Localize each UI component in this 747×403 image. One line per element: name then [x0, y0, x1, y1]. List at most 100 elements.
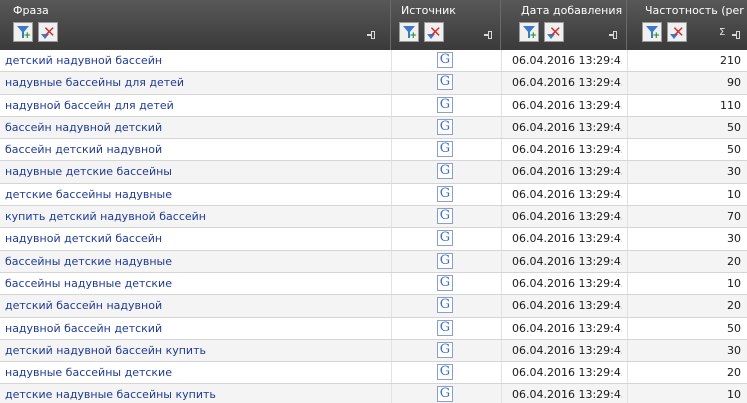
phrase-link[interactable]: бассейны надувные детские [5, 273, 390, 294]
table-row[interactable]: надувной детский бассейн G 06.04.2016 13:2… [0, 228, 747, 251]
column-divider [627, 295, 628, 317]
table-row[interactable]: надувные бассейны для детей G 06.04.2016 1… [0, 72, 747, 95]
google-icon: G [437, 341, 453, 358]
table-row[interactable]: купить детский надувной бассейн G 06.04.20… [0, 206, 747, 229]
date-clear-filter-button[interactable]: ✕ [544, 22, 564, 42]
google-icon: G [437, 364, 453, 381]
google-icon: G [437, 386, 453, 403]
pin-icon[interactable] [609, 30, 618, 40]
column-header-phrase[interactable]: Фраза + ✕ [0, 0, 391, 50]
table-row[interactable]: надувные бассейны детские G 06.04.2016 13:… [0, 362, 747, 385]
pin-icon[interactable] [367, 30, 376, 40]
table-row[interactable]: надувной бассейн для детей G 06.04.2016 13… [0, 94, 747, 117]
phrase-link[interactable]: детский бассейн надувной [5, 295, 390, 316]
column-divider [391, 72, 392, 94]
phrase-link[interactable]: надувные бассейны детские [5, 362, 390, 383]
column-divider [391, 94, 392, 116]
source-cell: G [437, 208, 453, 225]
column-divider [501, 339, 502, 362]
keyword-grid: Фраза + ✕ Источник + ✕ Дата добавления +… [0, 0, 747, 403]
phrase-link[interactable]: бассейн надувной детский [5, 117, 390, 138]
phrase-link[interactable]: надувной бассейн для детей [5, 95, 390, 116]
table-row[interactable]: бассейн надувной детский G 06.04.2016 13:2… [0, 116, 747, 140]
pin-icon[interactable] [484, 30, 493, 40]
column-divider [501, 72, 502, 94]
google-icon: G [437, 185, 453, 202]
column-divider [627, 384, 628, 403]
sigma-icon[interactable]: Σ [719, 27, 725, 38]
google-icon: G [437, 74, 453, 91]
date-cell: 06.04.2016 13:29:45 [512, 276, 622, 290]
phrase-link[interactable]: надувной детский бассейн [5, 228, 390, 249]
phrase-link[interactable]: надувные бассейны для детей [5, 72, 390, 93]
table-row[interactable]: детский бассейн надувной G 06.04.2016 13:2… [0, 295, 747, 318]
frequency-filter-button[interactable]: + [642, 22, 662, 42]
column-divider [391, 206, 392, 228]
phrase-link[interactable]: детский надувной бассейн [5, 50, 390, 71]
date-cell: 06.04.2016 13:29:45 [512, 143, 622, 157]
source-cell: G [437, 252, 453, 269]
table-row[interactable]: бассейн детский надувной G 06.04.2016 13:2… [0, 139, 747, 162]
source-clear-filter-button[interactable]: ✕ [424, 22, 444, 42]
column-header-frequency[interactable]: Частотность (per + ✕ Σ [627, 0, 747, 50]
column-divider [501, 94, 502, 116]
column-divider [627, 116, 628, 139]
phrase-link[interactable]: детские надувные бассейны купить [5, 384, 390, 403]
date-cell: 06.04.2016 13:29:45 [512, 366, 622, 380]
column-divider [501, 206, 502, 228]
phrase-link[interactable]: надувные детские бассейны [5, 161, 390, 182]
column-divider [391, 339, 392, 362]
source-cell: G [437, 141, 453, 158]
table-row[interactable]: бассейны детские надувные G 06.04.2016 13:… [0, 250, 747, 273]
date-cell: 06.04.2016 13:29:45 [512, 232, 622, 246]
source-cell: G [437, 274, 453, 291]
column-title-phrase: Фраза [13, 4, 49, 17]
column-divider [501, 272, 502, 295]
pin-icon[interactable] [732, 30, 741, 40]
phrase-link[interactable]: купить детский надувной бассейн [5, 206, 390, 227]
google-icon: G [437, 141, 453, 158]
phrase-clear-filter-button[interactable]: ✕ [38, 22, 58, 42]
frequency-cell: 50 [727, 321, 741, 335]
phrase-link[interactable]: детские бассейны надувные [5, 184, 390, 205]
phrase-filter-button[interactable]: + [13, 22, 33, 42]
column-divider [627, 228, 628, 250]
source-cell: G [437, 297, 453, 314]
column-divider [627, 72, 628, 94]
table-row[interactable]: надувной бассейн детский G 06.04.2016 13:2… [0, 317, 747, 340]
source-cell: G [437, 230, 453, 247]
column-divider [391, 228, 392, 250]
frequency-cell: 70 [727, 210, 741, 224]
phrase-link[interactable]: надувной бассейн детский [5, 318, 390, 339]
source-filter-button[interactable]: + [399, 22, 419, 42]
frequency-cell: 30 [727, 343, 741, 357]
close-icon: ✕ [672, 23, 685, 41]
column-divider [627, 250, 628, 272]
phrase-link[interactable]: бассейн детский надувной [5, 139, 390, 160]
date-filter-button[interactable]: + [519, 22, 539, 42]
google-icon: G [437, 118, 453, 135]
phrase-link[interactable]: детский надувной бассейн купить [5, 340, 390, 361]
date-cell: 06.04.2016 13:29:45 [512, 299, 622, 313]
column-header-source[interactable]: Источник + ✕ [391, 0, 501, 50]
table-row[interactable]: детский надувной бассейн G 06.04.2016 13:2… [0, 50, 747, 73]
frequency-cell: 20 [727, 254, 741, 268]
column-divider [391, 183, 392, 206]
column-divider [627, 161, 628, 183]
column-divider [627, 94, 628, 116]
table-row[interactable]: надувные детские бассейны G 06.04.2016 13:… [0, 161, 747, 184]
source-cell: G [437, 319, 453, 336]
column-header-date[interactable]: Дата добавления + ✕ [501, 0, 627, 50]
frequency-cell: 10 [727, 388, 741, 402]
frequency-clear-filter-button[interactable]: ✕ [667, 22, 687, 42]
column-divider [627, 50, 628, 72]
column-divider [627, 272, 628, 295]
column-divider [501, 183, 502, 206]
phrase-link[interactable]: бассейны детские надувные [5, 251, 390, 272]
google-icon: G [437, 96, 453, 113]
table-row[interactable]: детский надувной бассейн купить G 06.04.20… [0, 339, 747, 363]
table-row[interactable]: бассейны надувные детские G 06.04.2016 13:… [0, 272, 747, 296]
frequency-cell: 50 [727, 143, 741, 157]
table-row[interactable]: детские бассейны надувные G 06.04.2016 13:… [0, 183, 747, 207]
table-row[interactable]: детские надувные бассейны купить G 06.04.2… [0, 384, 747, 403]
